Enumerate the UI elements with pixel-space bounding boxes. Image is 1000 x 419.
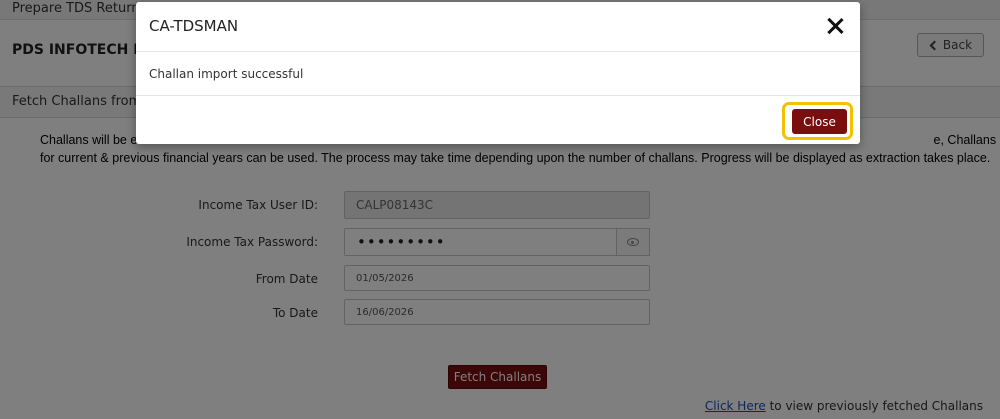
close-button[interactable]: Close [792, 109, 847, 134]
dialog: CA-TDSMAN Challan import successful Clos… [136, 2, 860, 144]
dialog-title: CA-TDSMAN [149, 17, 239, 35]
dialog-header: CA-TDSMAN [136, 2, 860, 52]
dialog-message: Challan import successful [149, 67, 304, 81]
close-icon[interactable] [826, 17, 844, 35]
dialog-body: Challan import successful [136, 52, 860, 96]
